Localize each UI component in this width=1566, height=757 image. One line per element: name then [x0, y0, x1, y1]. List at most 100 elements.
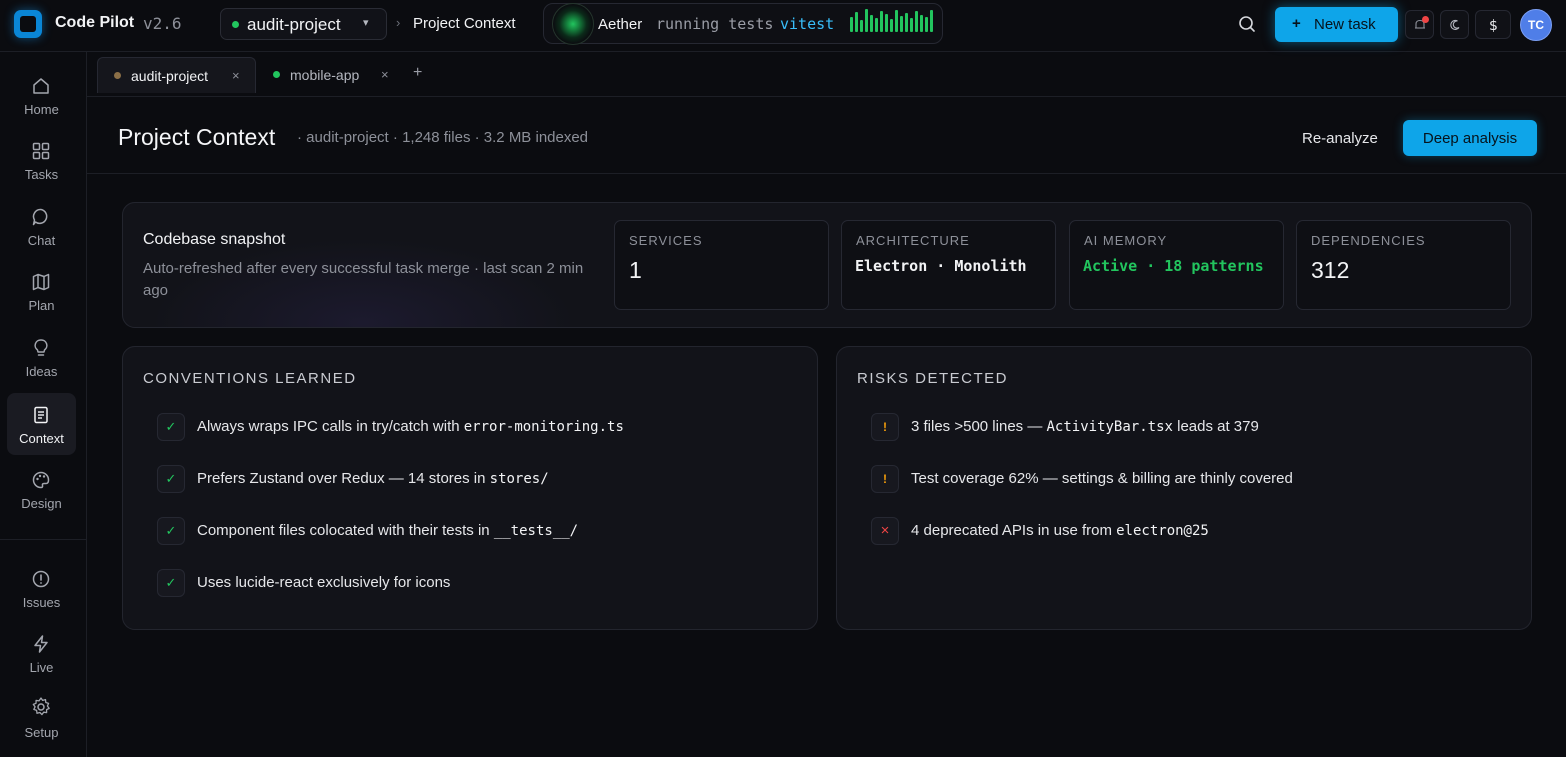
- page-title: Project Context: [118, 124, 276, 150]
- convention-text: Prefers Zustand over Redux — 14 stores i…: [197, 470, 549, 487]
- stat-value: 1: [629, 257, 642, 283]
- list-item: ✓ Always wraps IPC calls in try/catch wi…: [157, 413, 797, 441]
- risk-text: 4 deprecated APIs in use from electron@2…: [911, 522, 1209, 539]
- new-task-button[interactable]: + New task: [1275, 7, 1398, 42]
- warning-icon: !: [871, 465, 899, 493]
- risk-text: Test coverage 62% — settings & billing a…: [911, 470, 1293, 487]
- error-x-icon: ×: [871, 517, 899, 545]
- sidebar-item-context[interactable]: Context: [7, 393, 76, 455]
- sidebar-item-ideas[interactable]: Ideas: [7, 326, 76, 388]
- map-icon: [32, 273, 50, 291]
- app-title: Code Pilot: [55, 14, 135, 31]
- app-logo: [14, 10, 42, 38]
- user-avatar[interactable]: TC: [1520, 9, 1552, 41]
- billing-button[interactable]: $: [1475, 10, 1511, 39]
- check-icon: ✓: [157, 517, 185, 545]
- activity-bar: [870, 15, 873, 32]
- sidebar-item-label: Tasks: [24, 167, 59, 182]
- tab-mobile-app[interactable]: mobile-app ×: [257, 57, 397, 93]
- list-item: ✓ Uses lucide-react exclusively for icon…: [157, 569, 797, 597]
- sidebar-item-plan[interactable]: Plan: [7, 260, 76, 322]
- notification-dot: [1422, 16, 1429, 23]
- sidebar-item-setup[interactable]: Setup: [7, 685, 76, 747]
- add-tab-icon[interactable]: +: [413, 64, 422, 82]
- risk-text: 3 files >500 lines — ActivityBar.tsx lea…: [911, 418, 1259, 435]
- sidebar-item-tasks[interactable]: Tasks: [7, 129, 76, 191]
- sidebar: Home Tasks Chat Plan Ideas Context Desig…: [0, 52, 87, 757]
- activity-bar: [860, 20, 863, 32]
- convention-text: Component files colocated with their tes…: [197, 522, 579, 539]
- list-item: × 4 deprecated APIs in use from electron…: [871, 517, 1511, 545]
- alert-circle-icon: [32, 570, 50, 588]
- tab-audit-project[interactable]: audit-project ×: [97, 57, 256, 93]
- close-icon[interactable]: ×: [381, 67, 389, 82]
- list-item: ! 3 files >500 lines — ActivityBar.tsx l…: [871, 413, 1511, 441]
- activity-bar: [880, 11, 883, 32]
- sidebar-item-design[interactable]: Design: [7, 458, 76, 520]
- agent-activity-meter: [850, 9, 933, 36]
- activity-bar: [865, 9, 868, 32]
- breadcrumb-separator-icon: ›: [396, 15, 401, 30]
- stat-label: AI MEMORY: [1084, 233, 1168, 248]
- sidebar-item-label: Design: [21, 496, 62, 511]
- palette-icon: [32, 471, 50, 489]
- page-meta: · audit-project · 1,248 files · 3.2 MB i…: [297, 129, 589, 146]
- activity-bar: [910, 18, 913, 32]
- meta-size: 3.2 MB indexed: [483, 129, 589, 146]
- convention-text: Uses lucide-react exclusively for icons: [197, 574, 451, 591]
- sidebar-item-label: Live: [29, 660, 54, 675]
- sidebar-item-home[interactable]: Home: [7, 64, 76, 126]
- stat-value: Electron · Monolith: [855, 257, 1027, 275]
- activity-bar: [855, 12, 858, 32]
- activity-bar: [895, 10, 898, 32]
- theme-toggle-button[interactable]: [1440, 10, 1469, 39]
- close-icon[interactable]: ×: [232, 68, 240, 83]
- agent-name: Aether: [598, 16, 643, 33]
- sidebar-item-live[interactable]: Live: [7, 622, 76, 684]
- conventions-card: CONVENTIONS LEARNED ✓ Always wraps IPC c…: [122, 346, 818, 630]
- chevron-down-icon: ▾: [363, 17, 369, 29]
- stat-label: SERVICES: [629, 233, 703, 248]
- activity-bar: [925, 17, 928, 32]
- deep-analysis-button[interactable]: Deep analysis: [1403, 120, 1537, 156]
- tab-label: audit-project: [131, 68, 209, 84]
- risks-card: RISKS DETECTED ! 3 files >500 lines — Ac…: [836, 346, 1532, 630]
- sidebar-item-label: Plan: [28, 298, 55, 313]
- sidebar-item-chat[interactable]: Chat: [7, 195, 76, 257]
- list-item: ! Test coverage 62% — settings & billing…: [871, 465, 1511, 493]
- gear-icon: [32, 697, 50, 716]
- stat-services: SERVICES 1: [614, 220, 829, 310]
- project-selector[interactable]: audit-project ▾: [220, 8, 387, 40]
- activity-bar: [850, 17, 853, 32]
- activity-bar: [920, 15, 923, 32]
- agent-status-pill[interactable]: Aether running tests vitest: [543, 3, 943, 45]
- dollar-icon: $: [1489, 18, 1498, 33]
- stat-value: Active · 18 patterns: [1083, 257, 1264, 275]
- meta-project: audit-project: [306, 129, 389, 146]
- warning-icon: !: [871, 413, 899, 441]
- activity-bar: [905, 13, 908, 32]
- activity-bar: [875, 18, 878, 32]
- notifications-button[interactable]: [1405, 10, 1434, 39]
- home-icon: [33, 78, 49, 94]
- plus-icon: +: [1292, 15, 1301, 32]
- breadcrumb-current: Project Context: [413, 15, 516, 32]
- activity-bar: [885, 14, 888, 32]
- reanalyze-button[interactable]: Re-analyze: [1292, 125, 1392, 151]
- sidebar-item-label: Setup: [24, 725, 59, 740]
- svg-text:$: $: [1489, 18, 1498, 33]
- list-item: ✓ Prefers Zustand over Redux — 14 stores…: [157, 465, 797, 493]
- tab-status-dot: [273, 71, 280, 78]
- conventions-title: CONVENTIONS LEARNED: [143, 370, 357, 387]
- sidebar-item-issues[interactable]: Issues: [7, 557, 76, 619]
- sidebar-item-label: Home: [24, 102, 59, 117]
- sidebar-item-label: Issues: [22, 595, 61, 610]
- check-icon: ✓: [157, 569, 185, 597]
- project-tabs: audit-project × mobile-app × +: [87, 52, 1566, 97]
- stat-value: 312: [1311, 257, 1350, 283]
- check-icon: ✓: [157, 465, 185, 493]
- sidebar-item-label: Chat: [27, 233, 56, 248]
- new-task-label: New task: [1314, 16, 1376, 33]
- search-icon[interactable]: [1237, 14, 1257, 34]
- page-header: Project Context · audit-project · 1,248 …: [87, 97, 1566, 174]
